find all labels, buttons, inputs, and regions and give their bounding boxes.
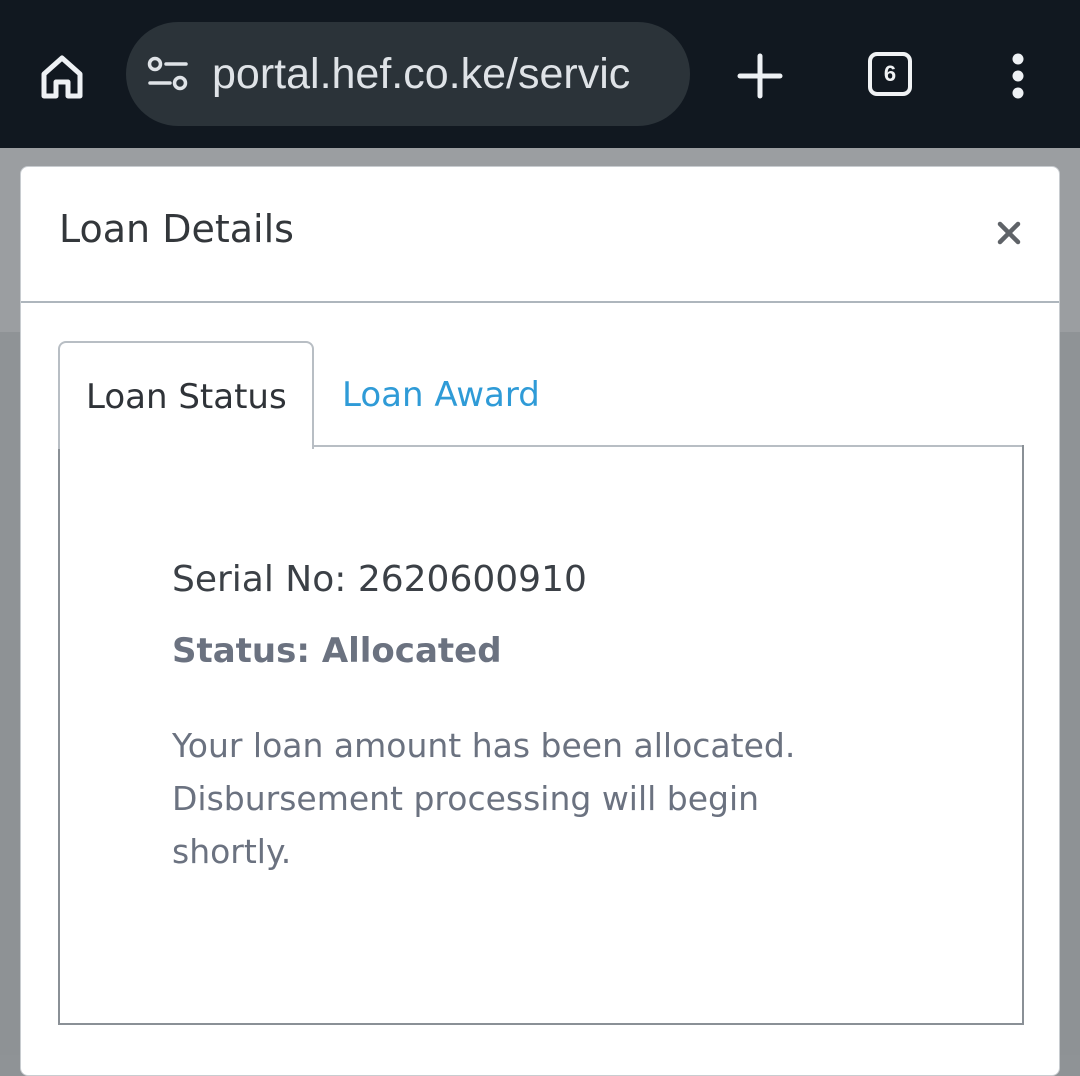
modal-header: Loan Details <box>21 167 1059 303</box>
loan-status-pane: Serial No: 2620600910 Status: Allocated … <box>58 445 1024 1025</box>
tab-loan-award[interactable]: Loan Award <box>321 341 581 445</box>
loan-details-modal: Loan Details Loan Status Loan Award Seri… <box>20 166 1060 1076</box>
plus-icon <box>737 53 783 99</box>
home-icon <box>41 55 83 99</box>
status-message: Your loan amount has been allocated. Dis… <box>172 726 796 871</box>
close-button[interactable] <box>989 213 1029 253</box>
more-vert-icon <box>1012 53 1024 99</box>
tab-loan-status[interactable]: Loan Status <box>58 341 314 449</box>
browser-toolbar: portal.hef.co.ke/servic 6 <box>0 0 1080 148</box>
overflow-menu-button[interactable] <box>996 44 1040 108</box>
close-icon <box>997 221 1021 245</box>
home-button[interactable] <box>30 44 94 108</box>
url-text[interactable]: portal.hef.co.ke/servic <box>212 22 630 126</box>
tab-loan-status-label: Loan Status <box>86 377 287 417</box>
serial-number: Serial No: 2620600910 <box>172 559 587 600</box>
tab-loan-award-label[interactable]: Loan Award <box>342 375 540 415</box>
new-tab-button[interactable] <box>728 44 792 108</box>
tune-icon[interactable] <box>146 54 190 94</box>
status-label: Status: Allocated <box>172 631 502 671</box>
address-bar[interactable]: portal.hef.co.ke/servic <box>126 22 690 126</box>
modal-title: Loan Details <box>59 207 294 251</box>
tab-switcher-button[interactable]: 6 <box>868 52 912 96</box>
